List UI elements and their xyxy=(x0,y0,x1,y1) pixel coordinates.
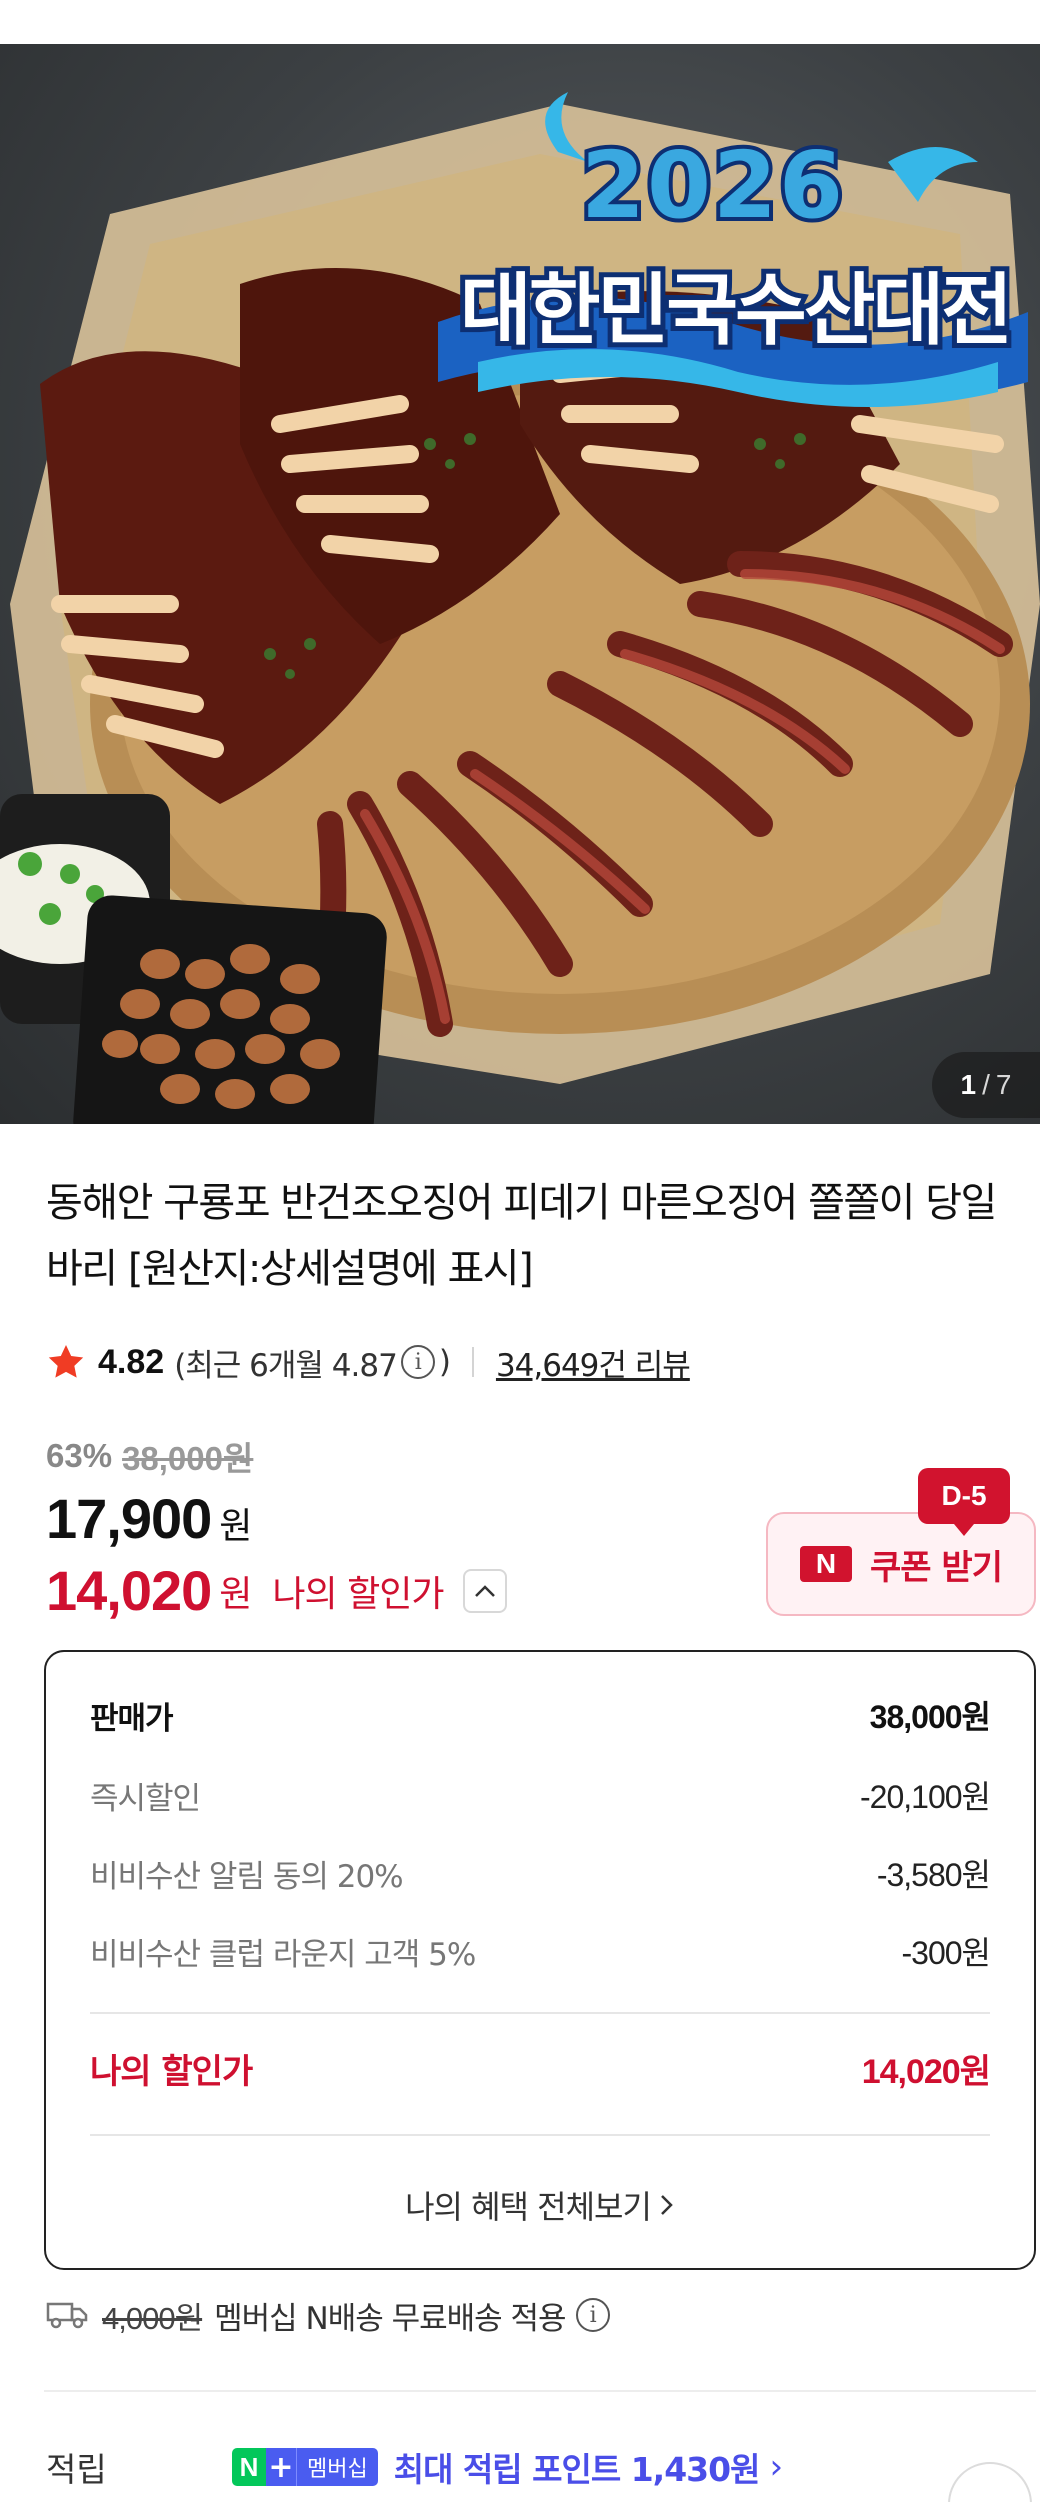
total-value: 14,020원 xyxy=(861,2053,991,2091)
sale-price-row: 17,900 원 xyxy=(46,1486,252,1551)
star-icon xyxy=(48,1345,84,1378)
shipping-row: 4,000원 멤버십 N배송 무료배송 적용 i xyxy=(46,2290,614,2340)
recent-rating-close: ) xyxy=(438,1344,451,1380)
divider xyxy=(471,1347,474,1377)
total-label: 나의 할인가 xyxy=(90,2052,253,2092)
info-icon[interactable]: i xyxy=(575,2298,610,2332)
breakdown-row: 판매가 38,000원 xyxy=(90,1692,991,1738)
original-shipping-fee: 4,000원 xyxy=(102,2300,203,2336)
shipping-text: 멤버십 N배송 무료배송 적용 xyxy=(214,2300,566,2337)
breakdown-label: 비비수산 클럽 라운지 고객 5% xyxy=(90,1936,476,1973)
my-price: 14,020 xyxy=(46,1559,212,1622)
image-page-counter: 1 / 7 xyxy=(932,1052,1040,1118)
chevron-right-icon: › xyxy=(769,2447,784,2487)
view-all-benefits-link[interactable]: 나의 혜택 전체보기 xyxy=(46,2182,1034,2228)
discount-rate: 63% xyxy=(46,1437,113,1474)
collapse-breakdown-button[interactable] xyxy=(463,1568,508,1613)
recent-rating: (최근 6개월 4.87 i ) xyxy=(174,1340,451,1385)
currency-label: 원 xyxy=(219,1573,253,1615)
chevron-up-icon xyxy=(475,1584,496,1597)
plus-icon: + xyxy=(266,2448,296,2486)
max-points-link[interactable]: 최대 적립 포인트 1,430원 xyxy=(394,2443,761,2491)
rating-score: 4.82 xyxy=(98,1342,165,1381)
page-current: 1 xyxy=(960,1069,977,1100)
sale-price: 17,900 xyxy=(46,1487,212,1550)
my-price-row: 14,020 원 나의 할인가 xyxy=(46,1558,508,1623)
breakdown-value: -20,100원 xyxy=(860,1779,991,1815)
breakdown-row: 비비수산 알림 동의 20% -3,580원 xyxy=(90,1850,991,1896)
breakdown-value: -300원 xyxy=(901,1935,991,1971)
breakdown-total-row: 나의 할인가 14,020원 xyxy=(90,2044,991,2093)
scroll-top-button[interactable] xyxy=(948,2462,1032,2502)
divider xyxy=(90,2134,990,2136)
info-icon[interactable]: i xyxy=(400,1345,435,1379)
page-separator: / xyxy=(982,1069,990,1100)
breakdown-row: 비비수산 클럽 라운지 고객 5% -300원 xyxy=(90,1928,991,1974)
currency-label: 원 xyxy=(219,1506,253,1547)
breakdown-value: 38,000원 xyxy=(869,1699,991,1735)
status-bar-area xyxy=(0,0,1040,44)
truck-icon xyxy=(46,2302,88,2329)
divider xyxy=(44,2390,1036,2392)
coupon-label: 쿠폰 받기 xyxy=(870,1547,1003,1588)
chevron-right-icon xyxy=(661,2195,673,2215)
coupon-button[interactable]: N 쿠폰 받기 xyxy=(766,1512,1036,1616)
membership-label: 멤버십 xyxy=(296,2448,378,2486)
divider xyxy=(90,2012,990,2014)
page-total: 7 xyxy=(995,1069,1012,1100)
points-row: 적립 N + 멤버십 최대 적립 포인트 1,430원 › xyxy=(46,2442,783,2492)
my-price-label: 나의 할인가 xyxy=(272,1573,444,1615)
recent-rating-text: (최근 6개월 4.87 xyxy=(174,1347,398,1384)
naver-coupon-icon: N xyxy=(800,1546,853,1582)
breakdown-label: 즉시할인 xyxy=(90,1780,201,1817)
festival-badge: 2026 대한민국수산대전 xyxy=(418,92,1040,392)
dday-badge: D-5 xyxy=(918,1468,1010,1536)
product-image-carousel[interactable]: 2026 대한민국수산대전 1 / 7 xyxy=(0,44,1040,1124)
rating-row: 4.82 (최근 6개월 4.87 i ) 34,649건 리뷰 xyxy=(46,1340,691,1385)
view-all-label: 나의 혜택 전체보기 xyxy=(405,2188,652,2226)
product-title: 동해안 구룡포 반건조오징어 피데기 마른오징어 쫄쫄이 당일바리 [원산지:상… xyxy=(46,1180,997,1292)
price-breakdown-box: 판매가 38,000원 즉시할인 -20,100원 비비수산 알림 동의 20%… xyxy=(44,1650,1036,2270)
original-price: 38,000원 xyxy=(122,1440,254,1477)
points-label: 적립 xyxy=(46,2450,107,2489)
naver-n-icon: N xyxy=(232,2448,266,2486)
discount-row: 63% 38,000원 xyxy=(46,1432,253,1480)
breakdown-label: 판매가 xyxy=(90,1700,174,1737)
breakdown-row: 즉시할인 -20,100원 xyxy=(90,1772,991,1818)
naver-plus-membership-badge: N + 멤버십 xyxy=(232,2448,378,2486)
breakdown-label: 비비수산 알림 동의 20% xyxy=(90,1858,404,1895)
badge-year: 2026 xyxy=(577,128,847,243)
review-count-link[interactable]: 34,649건 리뷰 xyxy=(496,1340,691,1385)
breakdown-value: -3,580원 xyxy=(876,1857,991,1893)
badge-title: 대한민국수산대전 xyxy=(455,261,1018,361)
